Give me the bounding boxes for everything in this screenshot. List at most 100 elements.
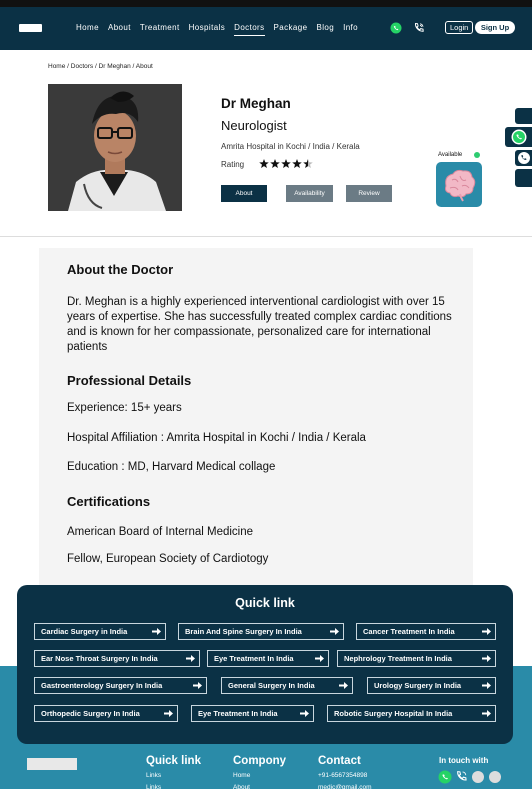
brain-icon <box>445 169 476 202</box>
doctor-bio: Dr. Meghan is a highly experienced inter… <box>67 296 452 353</box>
quick-link-cancer[interactable]: Cancer Treatment In India <box>356 623 496 640</box>
whatsapp-icon[interactable] <box>390 22 402 34</box>
navbar: Home About Treatment Hospitals Doctors P… <box>0 7 532 50</box>
doctor-name: Dr Meghan <box>221 96 291 111</box>
whatsapp-icon <box>511 129 527 145</box>
breadcrumb[interactable]: Home / Doctors / Dr Meghan / About <box>48 63 153 70</box>
quick-link-cardiac[interactable]: Cardiac Surgery in India <box>34 623 166 640</box>
education-text: Education : MD, Harvard Medical collage <box>67 461 276 473</box>
arrow-right-icon <box>482 682 491 689</box>
quick-link-urology[interactable]: Urology Surgery In India <box>367 677 496 694</box>
about-section: About the Doctor Dr. Meghan is a highly … <box>39 248 473 593</box>
footer-quick-link[interactable]: Links <box>146 772 161 779</box>
available-status-dot <box>474 152 480 158</box>
star-icon <box>270 159 280 169</box>
footer-email[interactable]: medic@gmail.com <box>318 784 372 791</box>
arrow-right-icon <box>482 628 491 635</box>
login-button[interactable]: Login <box>445 21 474 34</box>
quick-link-brain-spine[interactable]: Brain And Spine Surgery In India <box>178 623 344 640</box>
doctor-photo <box>48 84 182 211</box>
rating-label: Rating <box>221 160 245 169</box>
footer-phone[interactable]: +91-6567354898 <box>318 772 367 779</box>
arrow-right-icon <box>152 628 161 635</box>
social-icon[interactable] <box>472 771 484 783</box>
quick-link-general[interactable]: General Surgery In India <box>221 677 353 694</box>
doctor-hospital: Amrita Hospital in Kochi / India / Keral… <box>221 142 360 151</box>
certification-item: Fellow, European Society of Cardiotogy <box>67 553 269 565</box>
quick-link-label: Cancer Treatment In India <box>363 627 455 636</box>
arrow-right-icon <box>164 710 173 717</box>
nav-links: Home About Treatment Hospitals Doctors P… <box>76 23 367 36</box>
quick-links-panel: Quick link Cardiac Surgery in India Brai… <box>17 585 513 744</box>
footer-about-link[interactable]: About <box>233 784 250 791</box>
quick-link-nephrology[interactable]: Nephrology Treatment In India <box>337 650 496 667</box>
quick-link-label: Eye Treatment In India <box>198 709 278 718</box>
side-whatsapp-button[interactable] <box>505 127 532 147</box>
arrow-right-icon <box>330 628 339 635</box>
certifications-heading: Certifications <box>67 494 151 509</box>
arrow-right-icon <box>315 655 324 662</box>
phone-icon <box>518 152 530 164</box>
quick-link-label: Cardiac Surgery in India <box>41 627 128 636</box>
nav-treatment[interactable]: Treatment <box>140 23 180 36</box>
footer-quick-link[interactable]: Links <box>146 784 161 791</box>
nav-package[interactable]: Package <box>274 23 308 36</box>
quick-link-orthopedic[interactable]: Orthopedic Surgery In India <box>34 705 178 722</box>
nav-blog[interactable]: Blog <box>316 23 334 36</box>
side-tab-top[interactable] <box>515 108 532 124</box>
quick-link-robotic[interactable]: Robotic Surgery Hospital In India <box>327 705 496 722</box>
doctor-specialty: Neurologist <box>221 118 287 133</box>
nav-info[interactable]: Info <box>343 23 358 36</box>
quick-link-label: Robotic Surgery Hospital In India <box>334 709 453 718</box>
review-tab-button[interactable]: Review <box>346 185 392 202</box>
footer-logo[interactable] <box>27 758 77 770</box>
footer-company-heading: Compony <box>233 755 287 767</box>
social-icon[interactable] <box>489 771 501 783</box>
quick-link-label: Nephrology Treatment In India <box>344 654 452 663</box>
arrow-right-icon <box>193 682 202 689</box>
quick-link-eye[interactable]: Eye Treatment In India <box>207 650 329 667</box>
availability-tab-button[interactable]: Availability <box>286 185 333 202</box>
nav-doctors[interactable]: Doctors <box>234 23 265 36</box>
nav-hospitals[interactable]: Hospitals <box>189 23 226 36</box>
professional-heading: Professional Details <box>67 373 192 388</box>
star-icon <box>292 159 302 169</box>
experience-text: Experience: 15+ years <box>67 402 182 414</box>
footer-quick-heading: Quick link <box>146 755 201 767</box>
whatsapp-icon[interactable] <box>438 770 452 784</box>
site-logo[interactable] <box>19 24 42 32</box>
nav-about[interactable]: About <box>108 23 131 36</box>
about-tab-button[interactable]: About <box>221 185 267 202</box>
signup-button[interactable]: Sign Up <box>475 21 515 34</box>
quick-link-ent[interactable]: Ear Nose Throat Surgery In India <box>34 650 200 667</box>
star-icon <box>281 159 291 169</box>
arrow-right-icon <box>339 682 348 689</box>
side-phone-button[interactable] <box>515 150 532 166</box>
footer-touch-heading: In touch with <box>439 756 489 765</box>
quick-link-eye-2[interactable]: Eye Treatment In India <box>191 705 314 722</box>
nav-home[interactable]: Home <box>76 23 99 36</box>
side-tab-bottom[interactable] <box>515 169 532 187</box>
star-icon <box>259 159 269 169</box>
quick-link-label: Gastroenterology Surgery In India <box>41 681 163 690</box>
phone-icon[interactable] <box>455 770 468 783</box>
neurology-badge <box>436 162 482 207</box>
quick-link-label: Brain And Spine Surgery In India <box>185 627 302 636</box>
arrow-right-icon <box>482 655 491 662</box>
footer-home-link[interactable]: Home <box>233 772 250 779</box>
quick-link-gastro[interactable]: Gastroenterology Surgery In India <box>34 677 207 694</box>
top-strip <box>0 0 532 7</box>
rating-stars <box>259 159 313 169</box>
quick-link-label: Ear Nose Throat Surgery In India <box>41 654 158 663</box>
affiliation-text: Hospital Affiliation : Amrita Hospital i… <box>67 432 366 444</box>
quick-link-label: Urology Surgery In India <box>374 681 462 690</box>
phone-icon[interactable] <box>413 22 425 34</box>
arrow-right-icon <box>300 710 309 717</box>
quick-link-label: General Surgery In India <box>228 681 315 690</box>
quick-links-title: Quick link <box>235 596 295 610</box>
arrow-right-icon <box>482 710 491 717</box>
arrow-right-icon <box>186 655 195 662</box>
availability-label: Available <box>438 152 463 158</box>
about-heading: About the Doctor <box>67 262 174 277</box>
certification-item: American Board of Internal Medicine <box>67 526 254 538</box>
